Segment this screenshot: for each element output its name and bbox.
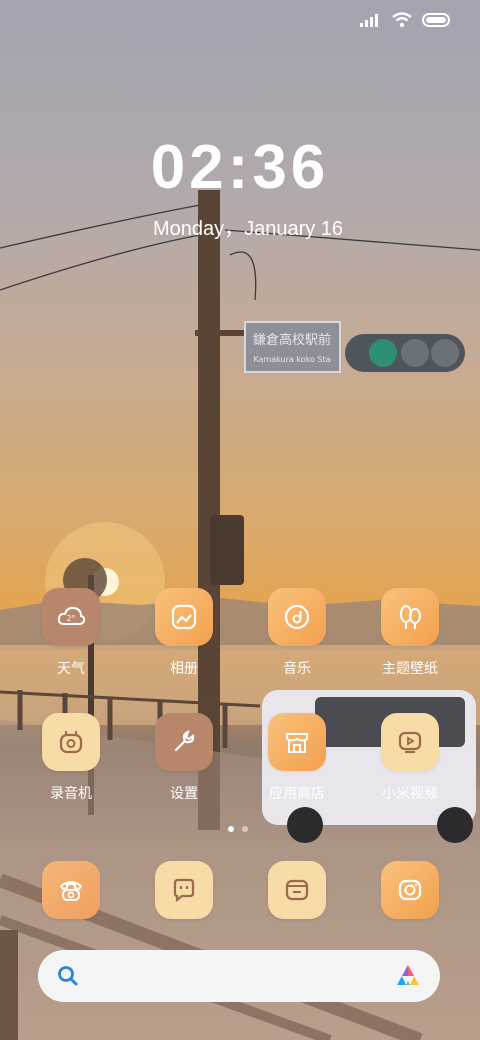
gallery-icon [155,588,213,646]
app-label: 录音机 [50,785,92,801]
app-label: 设置 [170,785,198,801]
page-dot[interactable] [242,826,248,832]
station-sign: 鎌倉高校駅前 [253,332,331,348]
cellular-signal-icon [360,14,378,27]
page-indicator [228,826,248,832]
music-icon [268,588,326,646]
app-store[interactable]: 应用商店 [257,713,337,803]
page-dot-active[interactable] [228,826,234,832]
dock-phone[interactable] [31,861,111,919]
search-bar[interactable] [38,950,440,1002]
dock-browser[interactable] [257,861,337,919]
themes-icon [381,588,439,646]
app-label: 应用商店 [269,785,325,801]
station-sign-subtext: Kamakura koko Sta [253,355,330,364]
dock-messages[interactable] [144,861,224,919]
app-weather[interactable]: 2° 天气 [31,588,111,678]
app-settings[interactable]: 设置 [144,713,224,803]
app-video[interactable]: 小米视频 [370,713,450,803]
dock-camera[interactable] [370,861,450,919]
battery-icon [422,13,450,27]
app-label: 小米视频 [382,785,438,801]
browser-icon [268,861,326,919]
app-label: 相册 [170,660,198,676]
messages-icon [155,861,213,919]
date: Monday，January 16 [152,218,344,240]
status-bar [360,12,450,28]
app-store-icon [268,713,326,771]
clock: 02:36 [150,133,330,202]
app-themes[interactable]: 主题壁纸 [370,588,450,678]
assistant-icon[interactable] [394,963,422,989]
camera-icon [381,861,439,919]
svg-text:2°: 2° [66,614,75,623]
app-gallery[interactable]: 相册 [144,588,224,678]
recorder-icon [42,713,100,771]
phone-icon [42,861,100,919]
app-recorder[interactable]: 录音机 [31,713,111,803]
search-icon[interactable] [56,964,80,988]
app-label: 天气 [57,660,85,676]
video-icon [381,713,439,771]
app-label: 音乐 [283,660,311,676]
settings-icon [155,713,213,771]
wifi-icon [392,12,412,28]
app-music[interactable]: 音乐 [257,588,337,678]
weather-icon: 2° [42,588,100,646]
app-label: 主题壁纸 [382,660,438,676]
